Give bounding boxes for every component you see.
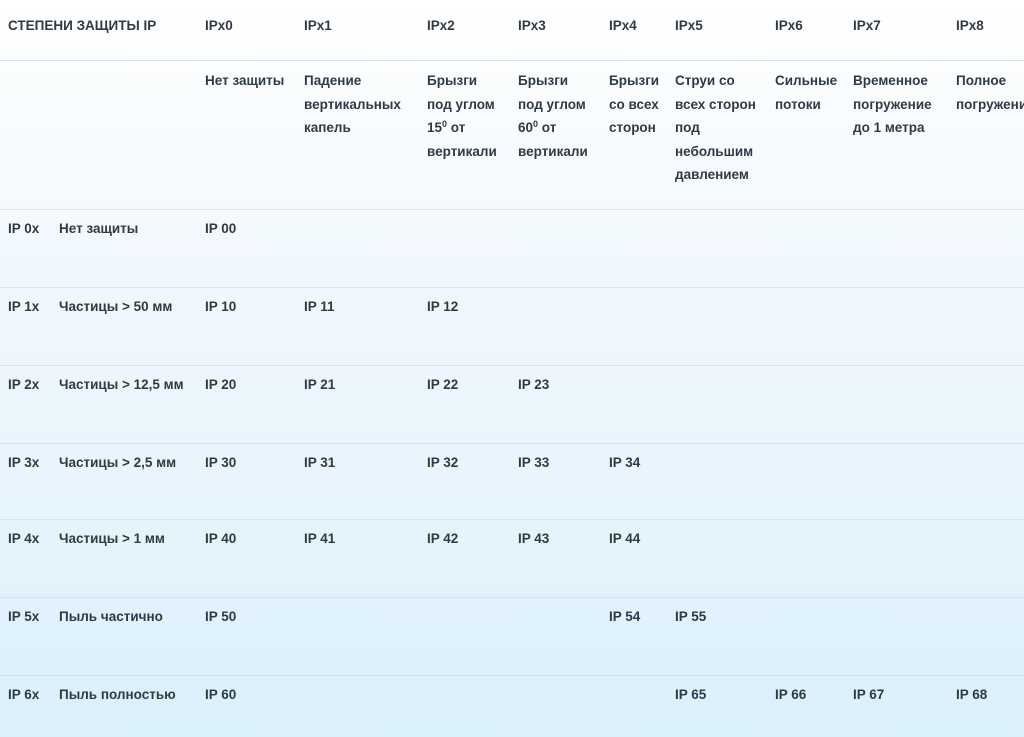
table-cell: IP 33 [518,455,550,470]
table-cell: IP 21 [304,377,336,392]
column-description: Брызги со всех сторон [609,73,660,135]
row-divider [0,287,1024,288]
table-cell: IP 11 [304,299,335,314]
column-description: Брызги под углом 150 от вертикали [427,73,497,159]
column-header-ipx2: IPx2 [427,18,455,33]
row-label: Частицы > 12,5 мм [59,377,184,392]
column-header-ipx5: IPx5 [675,18,703,33]
table-cell: IP 60 [205,687,237,702]
column-header-ipx6: IPx6 [775,18,803,33]
column-header-ipx1: IPx1 [304,18,332,33]
column-description: Струи со всех сторон под небольшим давле… [675,73,756,182]
column-header-ipx8: IPx8 [956,18,984,33]
table-cell: IP 66 [775,687,807,702]
table-cell: IP 31 [304,455,336,470]
row-code: IP 6x [8,687,40,702]
column-description: Падение вертикальных капель [304,73,401,135]
row-code: IP 4x [8,531,40,546]
column-header-ipx7: IPx7 [853,18,881,33]
row-label: Пыль полностью [59,687,176,702]
row-label: Пыль частично [59,609,163,624]
table-cell: IP 10 [205,299,237,314]
column-header-ipx0: IPx0 [205,18,233,33]
table-cell: IP 12 [427,299,459,314]
row-label: Нет защиты [59,221,139,236]
row-divider [0,597,1024,598]
table-cell: IP 20 [205,377,237,392]
column-header-ipx4: IPx4 [609,18,637,33]
table-cell: IP 23 [518,377,550,392]
column-header-ipx3: IPx3 [518,18,546,33]
row-divider [0,60,1024,61]
table-cell: IP 32 [427,455,459,470]
row-divider [0,675,1024,676]
row-label: Частицы > 2,5 мм [59,455,177,470]
row-divider [0,365,1024,366]
table-cell: IP 34 [609,455,641,470]
row-divider [0,519,1024,520]
ip-protection-table: СТЕПЕНИ ЗАЩИТЫ IP IPx0 Нет защиты IPx1 Паде… [0,0,1024,737]
row-code: IP 2x [8,377,40,392]
table-cell: IP 54 [609,609,641,624]
column-description: Полное погружение [956,73,1024,112]
column-description: Временное погружение до 1 метра [853,73,932,135]
column-description: Нет защиты [205,73,285,88]
table-cell: IP 44 [609,531,641,546]
row-divider [0,443,1024,444]
table-cell: IP 50 [205,609,237,624]
row-divider [0,209,1024,210]
row-code: IP 0x [8,221,40,236]
column-description: Брызги под углом 600 от вертикали [518,73,588,159]
table-cell: IP 00 [205,221,237,236]
row-code: IP 3x [8,455,40,470]
table-cell: IP 22 [427,377,459,392]
table-cell: IP 67 [853,687,885,702]
row-code: IP 5x [8,609,40,624]
table-cell: IP 55 [675,609,707,624]
table-cell: IP 68 [956,687,988,702]
row-label: Частицы > 1 мм [59,531,165,546]
table-cell: IP 41 [304,531,336,546]
corner-title: СТЕПЕНИ ЗАЩИТЫ IP [8,18,157,33]
row-label: Частицы > 50 мм [59,299,173,314]
table-cell: IP 42 [427,531,459,546]
table-cell: IP 43 [518,531,550,546]
column-description: Сильные потоки [775,73,838,112]
table-cell: IP 40 [205,531,237,546]
row-code: IP 1x [8,299,40,314]
table-cell: IP 30 [205,455,237,470]
table-cell: IP 65 [675,687,707,702]
